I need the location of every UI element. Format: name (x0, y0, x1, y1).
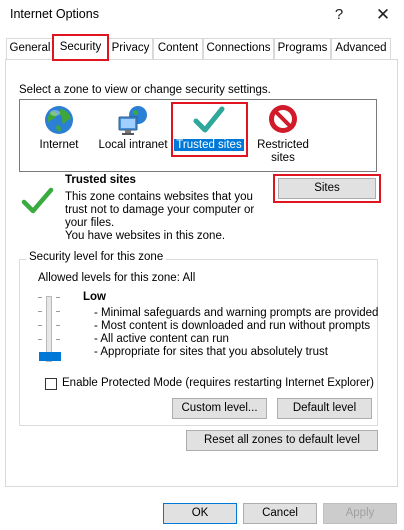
sites-button[interactable]: Sites (278, 178, 376, 199)
description-line: This zone contains websites that you (65, 191, 253, 203)
security-level-description: - Minimal safeguards and warning prompts… (94, 307, 378, 359)
tab-connections[interactable]: Connections (203, 38, 274, 59)
security-level-name: Low (83, 291, 106, 303)
zone-detail-title: Trusted sites (65, 174, 136, 186)
tab-general[interactable]: General (6, 38, 54, 59)
trusted-sites-check-icon (21, 187, 54, 214)
tab-programs[interactable]: Programs (274, 38, 331, 59)
slider-tick (56, 325, 60, 326)
zone-label: Internet (39, 139, 79, 151)
level-bullet: - Appropriate for sites that you absolut… (94, 346, 328, 358)
zone-internet[interactable]: Internet (24, 103, 94, 152)
slider-tick (56, 311, 60, 312)
cancel-button[interactable]: Cancel (243, 503, 317, 524)
prohibited-icon (269, 105, 297, 133)
zone-list: Internet Local intranet Trusted sites Re… (19, 99, 377, 172)
globe-icon (45, 106, 73, 134)
close-button[interactable]: ✕ (365, 2, 401, 28)
tab-security[interactable]: Security (52, 34, 109, 61)
apply-button[interactable]: Apply (323, 503, 397, 524)
zone-restricted-sites[interactable]: Restricted sites (250, 103, 316, 165)
level-bullet: - Minimal safeguards and warning prompts… (94, 307, 379, 319)
protected-mode-checkbox[interactable] (45, 378, 57, 390)
zone-description: This zone contains websites that you tru… (65, 191, 254, 243)
description-line: trust not to damage your computer or (65, 204, 255, 216)
window-title: Internet Options (10, 7, 99, 21)
description-line: your files. (65, 217, 115, 229)
tab-privacy[interactable]: Privacy (108, 38, 153, 59)
zone-label: Restricted (257, 139, 309, 151)
zone-prompt: Select a zone to view or change security… (19, 84, 271, 96)
slider-tick (38, 297, 42, 298)
ok-button[interactable]: OK (163, 503, 237, 524)
help-button[interactable]: ? (321, 2, 357, 28)
tab-advanced[interactable]: Advanced (331, 38, 391, 59)
tab-content[interactable]: Content (153, 38, 203, 59)
network-computer-icon (118, 106, 147, 135)
zone-local-intranet[interactable]: Local intranet (96, 103, 170, 152)
default-level-button[interactable]: Default level (277, 398, 372, 419)
security-level-slider-thumb[interactable] (39, 352, 61, 361)
level-bullet: - All active content can run (94, 333, 229, 345)
zone-label-line2: sites (271, 152, 295, 164)
checkmark-icon (193, 106, 225, 133)
security-level-group-title: Security level for this zone (26, 251, 167, 263)
allowed-levels-text: Allowed levels for this zone: All (38, 272, 196, 284)
slider-tick (38, 311, 42, 312)
zone-label: Local intranet (98, 139, 168, 151)
level-bullet: - Most content is downloaded and run wit… (94, 320, 371, 332)
protected-mode-label[interactable]: Enable Protected Mode (requires restarti… (62, 377, 374, 389)
description-line: You have websites in this zone. (65, 230, 226, 242)
custom-level-button[interactable]: Custom level... (172, 398, 267, 419)
slider-tick (56, 339, 60, 340)
zone-label: Trusted sites (174, 139, 244, 151)
slider-tick (38, 325, 42, 326)
reset-all-zones-button[interactable]: Reset all zones to default level (186, 430, 378, 451)
slider-tick (56, 297, 60, 298)
zone-trusted-sites[interactable]: Trusted sites (171, 103, 247, 152)
slider-tick (38, 339, 42, 340)
